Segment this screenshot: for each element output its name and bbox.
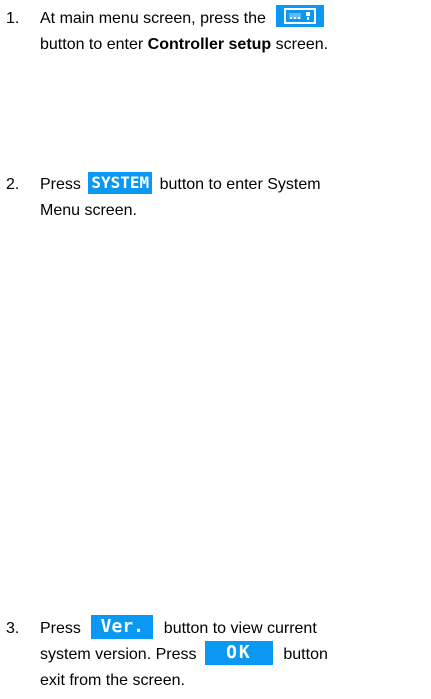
- step-line: button to enter Controller setup screen.: [40, 32, 431, 58]
- step-text: Press Ver. button to view current system…: [40, 614, 431, 694]
- system-button: SYSTEM: [88, 171, 153, 194]
- step-line: exit from the screen.: [40, 672, 185, 689]
- step-line: Menu screen.: [40, 202, 137, 219]
- step-line: system version. Press OK button: [40, 640, 431, 668]
- step-text-part: screen.: [271, 36, 329, 53]
- controller-setup-button: [276, 4, 325, 27]
- step-text-part: button: [278, 646, 328, 663]
- step-text: At main menu screen, press the button to…: [40, 4, 431, 58]
- step-line: At main menu screen, press the: [40, 4, 431, 32]
- ok-button: OK: [204, 640, 273, 665]
- step-line: Press SYSTEM button to enter System: [40, 171, 431, 198]
- step-line: Press Ver. button to view current: [40, 614, 431, 642]
- controller-setup-label: Controller setup: [147, 36, 272, 53]
- step-number: 2.: [6, 176, 20, 193]
- step-text-part: button to enter: [40, 36, 148, 53]
- step-text-part: At main menu screen, press the: [40, 10, 271, 27]
- step-number: 1.: [6, 10, 20, 27]
- controller-setup-icon: [276, 4, 325, 27]
- ver-button: Ver.: [91, 614, 154, 639]
- step-text: Press SYSTEM button to enter System Menu…: [40, 171, 431, 224]
- step-text-part: button to view current: [159, 620, 317, 637]
- step-number: 3.: [6, 620, 20, 637]
- step-text-part: Press: [40, 176, 86, 193]
- step-text-part: system version. Press: [40, 646, 201, 663]
- step-text-part: Press: [40, 620, 86, 637]
- step-text-part: button to enter System: [155, 176, 321, 193]
